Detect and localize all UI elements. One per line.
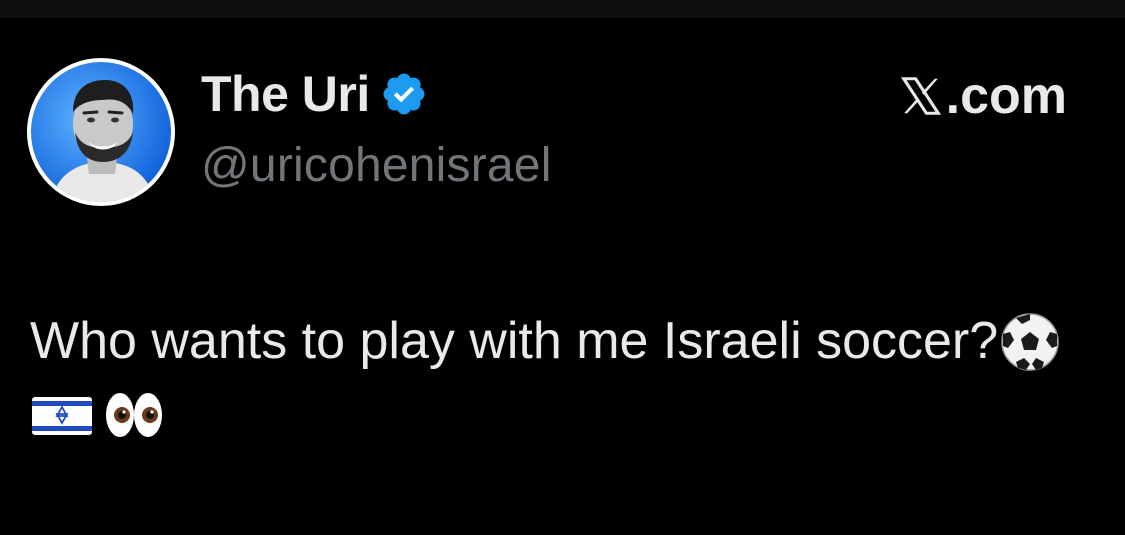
x-com-label: .com (898, 66, 1067, 126)
israel-flag-icon (30, 385, 94, 445)
x-logo-icon (898, 73, 946, 119)
avatar[interactable] (27, 58, 175, 206)
display-name[interactable]: The Uri (201, 65, 370, 123)
verified-badge-icon (380, 70, 428, 118)
top-strip (0, 0, 1125, 18)
site-label-text: .com (945, 67, 1067, 125)
tweet-text: Who wants to play with me Israeli soccer… (30, 312, 999, 370)
author-name-row: The Uri (201, 64, 428, 124)
eyes-icon (102, 385, 166, 445)
author-handle[interactable]: @uricohenisrael (201, 138, 552, 193)
tweet-body: Who wants to play with me Israeli soccer… (30, 305, 1100, 451)
soccer-ball-icon (998, 312, 1062, 372)
avatar-photo (31, 62, 171, 202)
